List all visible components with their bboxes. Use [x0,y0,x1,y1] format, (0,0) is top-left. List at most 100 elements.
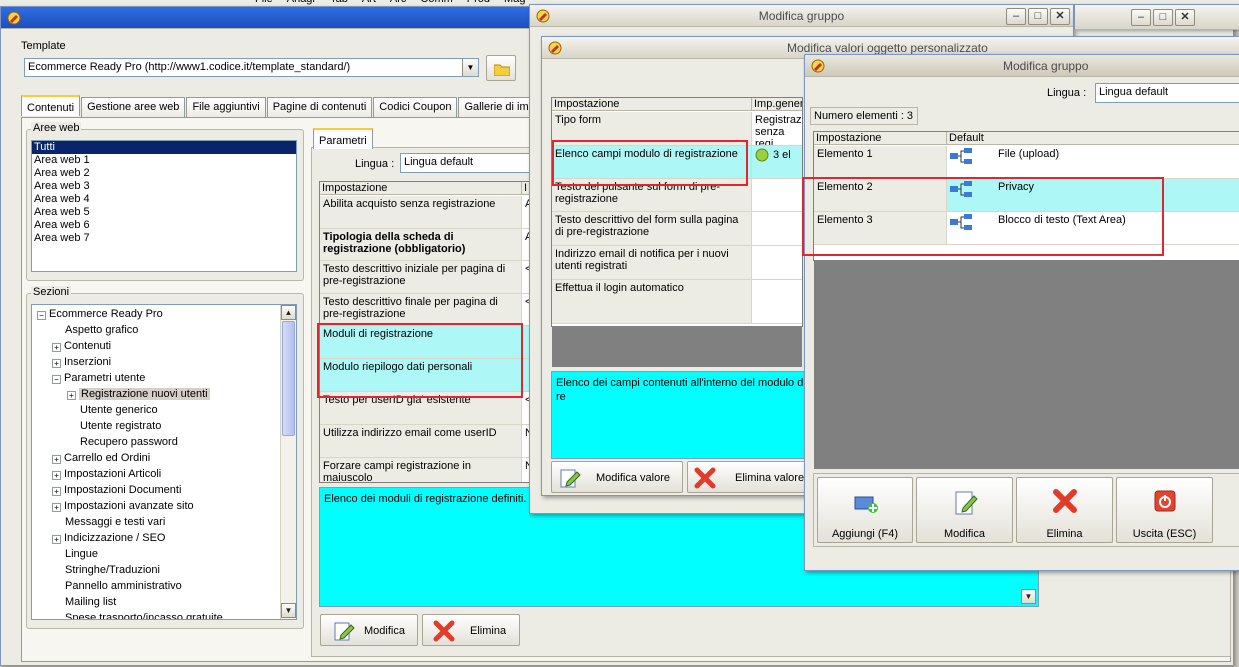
grid-row-label[interactable]: Forzare campi registrazione in maiuscolo [320,458,522,482]
win4-modifica-button[interactable]: Modifica [916,477,1013,543]
win4-lingua-select[interactable]: Lingua default [1095,83,1239,103]
tab-0[interactable]: Contenuti [21,95,81,116]
tree-item[interactable]: Spese trasporto/incasso gratuite [32,610,296,619]
chevron-down-icon[interactable]: ▼ [462,59,478,76]
modifica-valore-button[interactable]: Modifica valore [551,461,683,493]
win4-elimina-button[interactable]: Elimina [1016,477,1113,543]
grid-row-label[interactable]: Testo descrittivo iniziale per pagina di… [320,261,522,294]
tree-item[interactable]: + Indicizzazione / SEO [32,530,296,546]
scroll-down-icon[interactable]: ▼ [281,603,296,618]
win2-close-icon[interactable]: ✕ [1050,8,1070,25]
expand-icon[interactable]: + [52,471,61,480]
list-item[interactable]: Area web 6 [32,219,296,232]
menu-item[interactable]: Prod [467,0,490,5]
expand-icon[interactable]: + [52,455,61,464]
grid-row-value[interactable] [752,179,802,212]
grid-row-value[interactable]: Registrazi senza regi [752,112,802,146]
grid-row-value[interactable] [752,280,802,324]
tab-1[interactable]: Gestione aree web [81,97,186,118]
list-item[interactable]: Area web 1 [32,154,296,167]
scroll-up-icon[interactable]: ▲ [281,305,296,320]
grid-row-label[interactable]: Effettua il login automatico [552,280,752,324]
tree-item[interactable]: − Parametri utente [32,370,296,386]
grid-row-label[interactable]: Abilita acquisto senza registrazione [320,196,522,229]
list-item[interactable]: Tutti [32,141,296,154]
tree-item[interactable]: Aspetto grafico [32,322,296,338]
tree-item[interactable]: Utente registrato [32,418,296,434]
grid-row-value[interactable]: File (upload) [947,146,1239,179]
menu-item[interactable]: Arc [390,0,407,5]
grid-row-value[interactable]: 3 el [752,146,802,179]
list-item[interactable]: Area web 7 [32,232,296,245]
grid-row-label[interactable]: Elenco campi modulo di registrazione [552,146,752,179]
grid-row-label[interactable]: Modulo riepilogo dati personali [320,359,522,392]
menu-item[interactable]: Art [362,0,376,5]
menu-item[interactable]: Mag [504,0,525,5]
tree-item[interactable]: + Registrazione nuovi utenti [32,386,296,402]
grid-row-label[interactable]: Testo descrittivo finale per pagina di p… [320,294,522,326]
menu-item[interactable]: Anagr [287,0,316,5]
expand-icon[interactable]: + [52,503,61,512]
template-select[interactable]: Ecommerce Ready Pro (http://www1.codice.… [24,58,479,77]
bgwin-maximize-icon[interactable]: □ [1153,9,1173,26]
tree-item[interactable]: Recupero password [32,434,296,450]
grid-row-label[interactable]: Indirizzo email di notifica per i nuovi … [552,246,752,280]
tree-item[interactable]: Pannello amministrativo [32,578,296,594]
tab-2[interactable]: File aggiuntivi [186,97,266,118]
menu-item[interactable]: Tab [330,0,348,5]
grid-row-label[interactable]: Testo del pulsante sul form di pre-regis… [552,179,752,212]
list-item[interactable]: Area web 3 [32,180,296,193]
win2-minimize-icon[interactable]: – [1006,8,1026,25]
grid-row-label[interactable]: Testo descrittivo del form sulla pagina … [552,212,752,246]
menu-item[interactable]: File [255,0,273,5]
expand-icon[interactable]: + [67,391,76,400]
bgwin-close-icon[interactable]: ✕ [1175,9,1195,26]
expand-icon[interactable]: + [52,359,61,368]
tree-item[interactable]: + Contenuti [32,338,296,354]
grid-row-label[interactable]: Elemento 2 [814,179,947,212]
menu-item[interactable]: Comm [420,0,452,5]
tree-item[interactable]: + Inserzioni [32,354,296,370]
tree-item[interactable]: + Impostazioni Documenti [32,482,296,498]
elimina-valore-button[interactable]: Elimina valore [687,461,807,493]
expand-icon[interactable]: + [52,343,61,352]
open-folder-button[interactable] [486,55,516,81]
grid-row-label[interactable]: Elemento 1 [814,146,947,179]
grid-row-value[interactable]: Blocco di testo (Text Area) [947,212,1239,245]
list-item[interactable]: Area web 2 [32,167,296,180]
tree-item[interactable]: Messaggi e testi vari [32,514,296,530]
tab-3[interactable]: Pagine di contenuti [266,97,373,118]
elimina-button[interactable]: Elimina [422,614,520,646]
win4-grid[interactable]: Impostazione Default Elemento 1 File (uploa… [813,131,1239,261]
uscita-button[interactable]: Uscita (ESC) [1116,477,1213,543]
grid-row-label[interactable]: Tipologia della scheda di registrazione … [320,229,522,261]
sezioni-tree[interactable]: − Ecommerce Ready Pro Aspetto grafico + Cont… [31,304,297,620]
lingua-select[interactable]: Lingua default [400,153,530,173]
expand-icon[interactable]: + [52,535,61,544]
grid-row-value[interactable] [752,246,802,280]
tab-parametri[interactable]: Parametri [313,128,373,149]
expand-icon[interactable]: + [52,487,61,496]
grid-row-label[interactable]: Testo per userID gia' esistente [320,392,522,425]
grid-row-label[interactable]: Tipo form [552,112,752,146]
tree-scrollbar[interactable]: ▲ ▼ [280,305,296,619]
grid-row-label[interactable]: Moduli di registrazione [320,326,522,359]
collapse-icon[interactable]: − [37,311,46,320]
tree-item[interactable]: Stringhe/Traduzioni [32,562,296,578]
tree-item[interactable]: − Ecommerce Ready Pro [32,306,296,322]
grid-row-label[interactable]: Elemento 3 [814,212,947,245]
scroll-thumb[interactable] [282,321,295,436]
collapse-icon[interactable]: − [52,375,61,384]
aree-web-list[interactable]: Tutti Area web 1 Area web 2 Area web 3 Area … [31,140,297,272]
tree-item[interactable]: + Impostazioni Articoli [32,466,296,482]
grid-row-value[interactable]: Privacy [947,179,1239,212]
tree-item[interactable]: + Carrello ed Ordini [32,450,296,466]
modifica-button[interactable]: Modifica [320,614,418,646]
tab-4[interactable]: Codici Coupon [373,97,458,118]
list-item[interactable]: Area web 5 [32,206,296,219]
tree-item[interactable]: Lingue [32,546,296,562]
win2-maximize-icon[interactable]: □ [1028,8,1048,25]
bgwin-minimize-icon[interactable]: – [1131,9,1151,26]
aggiungi-button[interactable]: Aggiungi (F4) [817,477,913,543]
parametri-grid[interactable]: Impostazione I Abilita acquisto senza regi… [319,181,533,483]
